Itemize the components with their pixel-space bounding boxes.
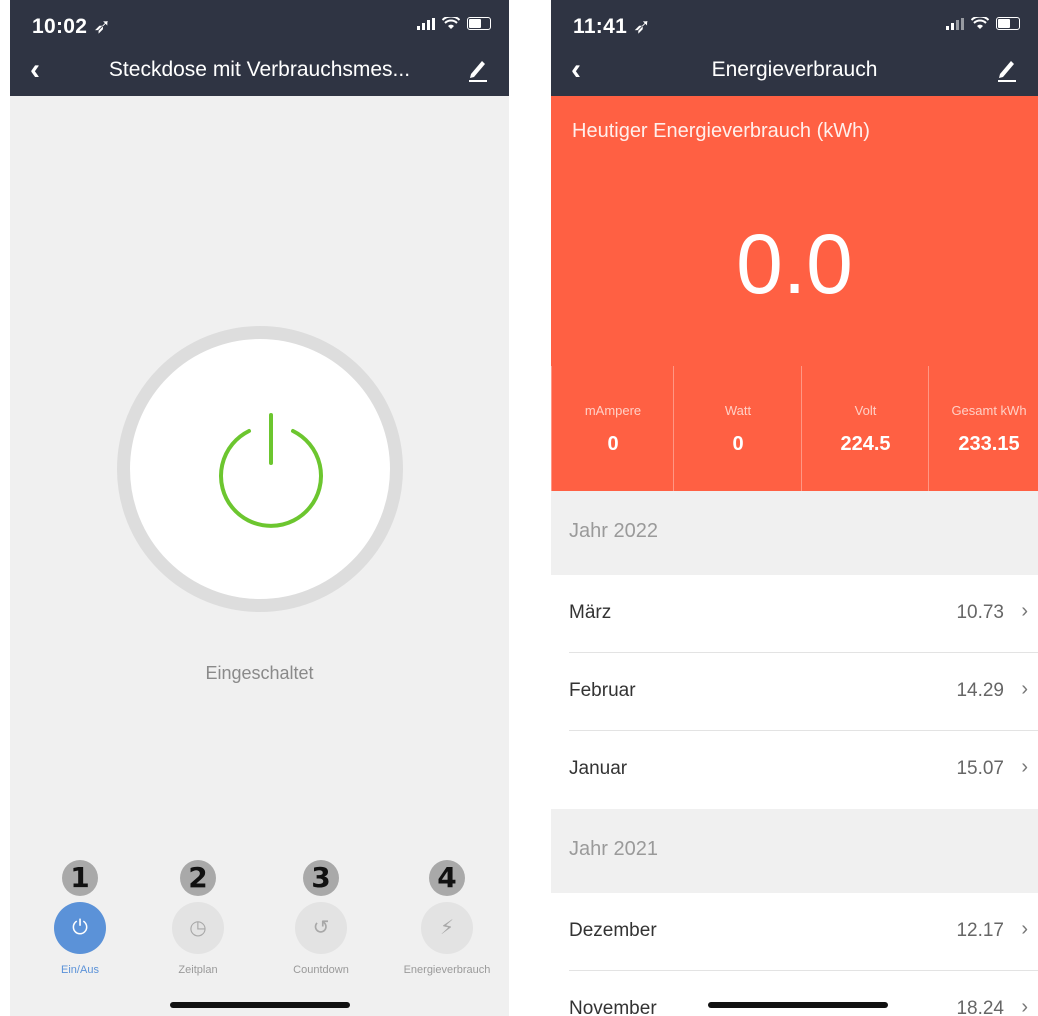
power-state-label: Eingeschaltet <box>205 663 314 683</box>
today-energy-value: 0.0 <box>736 217 853 311</box>
tab-label: Zeitplan <box>178 964 218 976</box>
stat-mampere: mAmpere 0 <box>551 366 674 491</box>
signal-icon <box>417 17 435 30</box>
month-kwh: 10.73 <box>956 602 1004 623</box>
home-indicator[interactable] <box>170 1002 350 1008</box>
year-header-2022: Jahr 2022 <box>551 491 1038 575</box>
month-kwh: 18.24 <box>956 998 1004 1016</box>
power-icon: ⏻ <box>54 902 106 954</box>
stat-value: 224.5 <box>840 433 891 455</box>
stat-gesamt-kwh: Gesamt kWh 233.15 <box>928 366 1038 491</box>
month-name: März <box>569 602 612 623</box>
year-label: Jahr 2022 <box>569 520 658 542</box>
tab-label: Countdown <box>293 964 349 976</box>
step-number-badge: 1 <box>62 860 98 896</box>
status-bar: 11:41 ➶ <box>551 0 1038 44</box>
month-kwh: 15.07 <box>956 758 1004 779</box>
nav-bar: ‹ Energieverbrauch <box>551 44 1038 96</box>
month-name: Februar <box>569 680 636 701</box>
back-button[interactable]: ‹ <box>30 55 40 85</box>
chevron-right-icon: › <box>1021 600 1028 622</box>
power-toggle-button[interactable] <box>117 326 403 612</box>
signal-icon <box>946 17 964 30</box>
energy-summary-card: Heutiger Energieverbrauch (kWh) 0.0 mAmp… <box>551 96 1038 491</box>
left-phone-screen: 10:02 ➶ ‹ Steckdose mit Verbrauchsmes...… <box>10 0 509 1016</box>
step-number-badge: 3 <box>303 860 339 896</box>
edit-icon[interactable] <box>996 56 1018 82</box>
chevron-right-icon: › <box>1021 756 1028 778</box>
status-time: 11:41 ➶ <box>573 15 652 38</box>
power-icon <box>219 413 323 528</box>
chevron-right-icon: › <box>1021 996 1028 1016</box>
page-title: Energieverbrauch <box>711 58 878 81</box>
stat-label: Volt <box>854 403 877 418</box>
month-kwh: 14.29 <box>956 680 1004 701</box>
summary-title: Heutiger Energieverbrauch (kWh) <box>572 120 870 142</box>
status-time: 10:02 ➶ <box>32 15 112 38</box>
status-bar: 10:02 ➶ <box>10 0 509 44</box>
month-row-dezember[interactable]: Dezember 12.17 › <box>551 893 1038 971</box>
month-name: Dezember <box>569 920 657 941</box>
battery-icon <box>467 17 491 30</box>
stat-label: mAmpere <box>584 403 642 418</box>
clock-icon: ◷ <box>172 902 224 954</box>
tab-countdown[interactable]: 3 ↺ Countdown <box>259 860 383 976</box>
stat-label: Gesamt kWh <box>951 403 1027 418</box>
chevron-right-icon: › <box>1021 678 1028 700</box>
home-indicator[interactable] <box>708 1002 888 1008</box>
lightning-icon: ⚡ <box>421 902 473 954</box>
month-name: Januar <box>569 758 628 779</box>
wifi-icon <box>971 17 989 29</box>
year-label: Jahr 2021 <box>569 838 658 860</box>
tab-zeitplan[interactable]: 2 ◷ Zeitplan <box>136 860 260 976</box>
chevron-right-icon: › <box>1021 918 1028 940</box>
status-icons <box>417 17 491 30</box>
stat-volt: Volt 224.5 <box>801 366 929 491</box>
status-icons <box>946 17 1020 30</box>
tab-ein-aus[interactable]: 1 ⏻ Ein/Aus <box>18 860 142 976</box>
page-title: Steckdose mit Verbrauchsmes... <box>108 58 411 81</box>
month-row-november[interactable]: November 18.24 › <box>551 971 1038 1016</box>
step-number-badge: 2 <box>180 860 216 896</box>
tab-energieverbrauch[interactable]: 4 ⚡ Energieverbrauch <box>385 860 509 976</box>
year-header-2021: Jahr 2021 <box>551 809 1038 893</box>
stat-value: 0 <box>607 433 619 455</box>
stat-value: 0 <box>732 433 744 455</box>
wifi-icon <box>442 17 460 29</box>
back-button[interactable]: ‹ <box>571 55 581 85</box>
stat-value: 233.15 <box>958 433 1020 455</box>
step-number-badge: 4 <box>429 860 465 896</box>
stat-label: Watt <box>724 403 752 418</box>
battery-icon <box>996 17 1020 30</box>
tab-label: Energieverbrauch <box>403 964 491 976</box>
countdown-icon: ↺ <box>295 902 347 954</box>
month-row-februar[interactable]: Februar 14.29 › <box>551 653 1038 731</box>
right-phone-screen: 11:41 ➶ ‹ Energieverbrauch Heutiger Ener… <box>551 0 1038 1016</box>
stat-watt: Watt 0 <box>673 366 802 491</box>
month-row-januar[interactable]: Januar 15.07 › <box>551 731 1038 809</box>
nav-bar: ‹ Steckdose mit Verbrauchsmes... <box>10 44 509 96</box>
month-row-maerz[interactable]: März 10.73 › <box>551 575 1038 653</box>
edit-icon[interactable] <box>467 56 489 82</box>
tab-label: Ein/Aus <box>61 964 99 976</box>
month-kwh: 12.17 <box>956 920 1004 941</box>
month-name: November <box>569 998 657 1016</box>
